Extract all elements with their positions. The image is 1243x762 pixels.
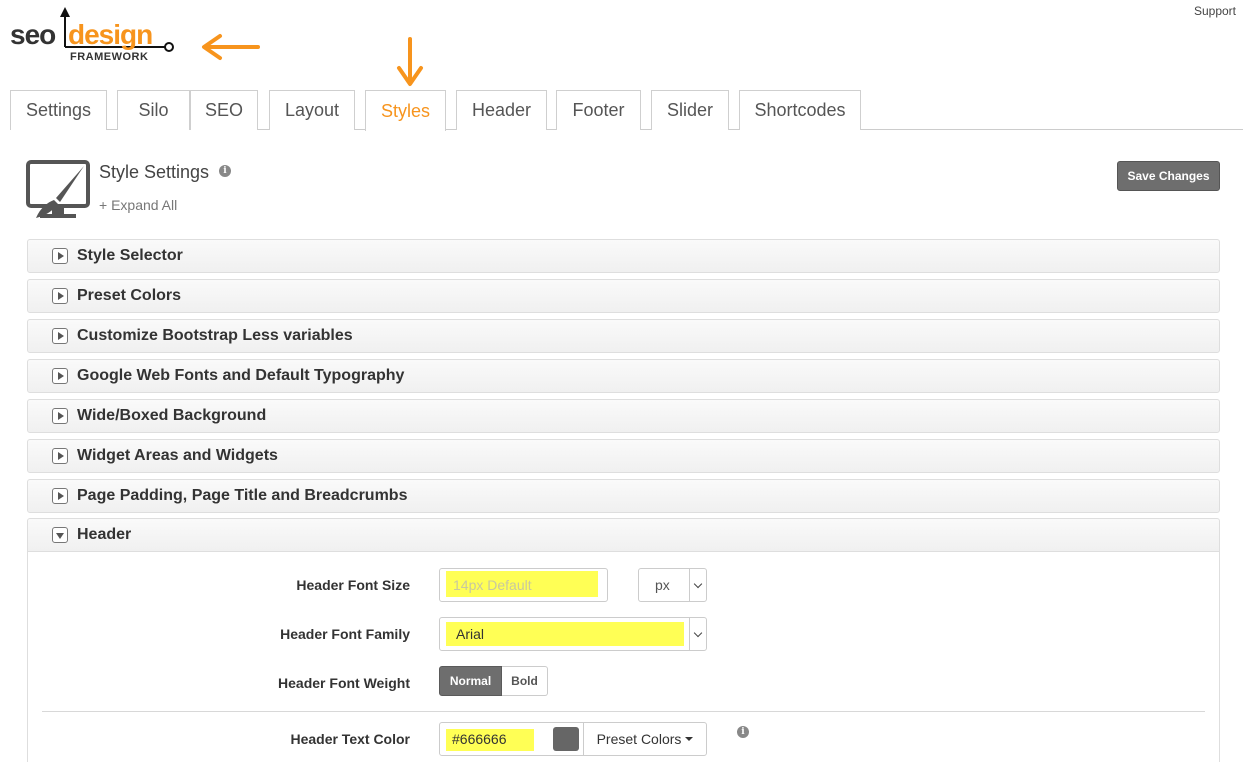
color-swatch[interactable] xyxy=(553,727,579,751)
chevron-down-icon xyxy=(689,618,706,650)
section-preset-colors[interactable]: Preset Colors xyxy=(27,279,1220,313)
expand-all-link[interactable]: + Expand All xyxy=(99,197,177,213)
section-bootstrap-less[interactable]: Customize Bootstrap Less variables xyxy=(27,319,1220,353)
logo-design-text: design xyxy=(68,19,153,50)
section-label: Header xyxy=(77,526,132,543)
tab-label: Styles xyxy=(380,100,431,121)
tab-shortcodes[interactable]: Shortcodes xyxy=(739,90,861,130)
expand-toggle-icon[interactable] xyxy=(52,408,68,424)
tab-silo[interactable]: Silo xyxy=(117,90,190,130)
tab-label: Shortcodes xyxy=(754,100,846,120)
annotation-arrow-left xyxy=(202,34,260,60)
tab-label: Silo xyxy=(138,100,169,120)
expand-toggle-icon[interactable] xyxy=(52,368,68,384)
monitor-brush-icon xyxy=(26,160,90,218)
tab-label: Layout xyxy=(284,100,340,120)
expand-toggle-icon[interactable] xyxy=(52,328,68,344)
preset-colors-label: Preset Colors xyxy=(596,731,682,747)
seo-design-framework-logo: seo design FRAMEWORK xyxy=(10,5,180,67)
section-label: Page Padding, Page Title and Breadcrumbs xyxy=(77,487,408,504)
section-label: Style Selector xyxy=(77,247,183,264)
info-icon[interactable]: i xyxy=(219,165,231,177)
text-color-value: #666666 xyxy=(452,731,507,747)
weight-bold-button[interactable]: Bold xyxy=(502,666,548,696)
annotation-arrow-down xyxy=(397,37,423,86)
tab-label: Settings xyxy=(25,100,92,120)
section-label: Wide/Boxed Background xyxy=(77,407,267,424)
header-font-family-select[interactable]: Arial xyxy=(439,617,707,651)
expand-toggle-icon[interactable] xyxy=(52,448,68,464)
tab-header[interactable]: Header xyxy=(456,90,547,130)
tab-settings[interactable]: Settings xyxy=(10,90,107,130)
section-wide-boxed-background[interactable]: Wide/Boxed Background xyxy=(27,399,1220,433)
tab-footer[interactable]: Footer xyxy=(556,90,641,130)
logo-framework-text: FRAMEWORK xyxy=(70,51,149,63)
save-changes-button[interactable]: Save Changes xyxy=(1117,161,1220,191)
header-text-color-label: Header Text Color xyxy=(290,731,410,747)
chevron-down-icon xyxy=(689,569,706,601)
section-label: Google Web Fonts and Default Typography xyxy=(77,367,405,384)
preset-colors-dropdown[interactable]: Preset Colors xyxy=(583,722,707,756)
tab-label: SEO xyxy=(204,100,243,120)
caret-down-icon xyxy=(685,737,694,741)
logo-seo-text: seo xyxy=(10,19,56,50)
header-font-family-label: Header Font Family xyxy=(280,626,410,642)
section-label: Preset Colors xyxy=(77,287,182,304)
tab-seo[interactable]: SEO xyxy=(190,90,258,130)
font-size-placeholder: 14px Default xyxy=(453,577,532,593)
collapse-toggle-icon[interactable] xyxy=(52,527,68,543)
divider xyxy=(42,711,1205,712)
tab-label: Slider xyxy=(666,100,714,120)
section-style-selector[interactable]: Style Selector xyxy=(27,239,1220,273)
support-link[interactable]: Support xyxy=(1194,4,1236,18)
tab-styles[interactable]: Styles xyxy=(365,90,446,131)
header-text-color-input[interactable]: #666666 xyxy=(439,722,584,756)
section-label: Customize Bootstrap Less variables xyxy=(77,327,353,344)
font-weight-toggle: Normal Bold xyxy=(439,666,548,696)
section-google-web-fonts[interactable]: Google Web Fonts and Default Typography xyxy=(27,359,1220,393)
tab-layout[interactable]: Layout xyxy=(269,90,355,130)
font-size-unit-select[interactable]: px xyxy=(638,568,707,602)
section-header[interactable]: Header xyxy=(27,518,1220,552)
expand-toggle-icon[interactable] xyxy=(52,248,68,264)
page-title: Style Settings xyxy=(99,162,210,182)
section-page-padding[interactable]: Page Padding, Page Title and Breadcrumbs xyxy=(27,479,1220,513)
expand-toggle-icon[interactable] xyxy=(52,288,68,304)
header-font-size-label: Header Font Size xyxy=(296,577,410,593)
tab-label: Header xyxy=(471,100,532,120)
tab-slider[interactable]: Slider xyxy=(651,90,729,130)
header-font-weight-label: Header Font Weight xyxy=(278,675,410,691)
weight-normal-button[interactable]: Normal xyxy=(439,666,502,696)
section-widget-areas[interactable]: Widget Areas and Widgets xyxy=(27,439,1220,473)
font-family-value: Arial xyxy=(456,626,485,642)
header-font-size-input[interactable]: 14px Default xyxy=(439,568,608,602)
expand-toggle-icon[interactable] xyxy=(52,488,68,504)
unit-value: px xyxy=(655,577,670,593)
section-label: Widget Areas and Widgets xyxy=(77,447,278,464)
tab-label: Footer xyxy=(572,100,625,120)
info-icon[interactable]: i xyxy=(737,726,749,738)
main-tabs: Settings Silo SEO Layout Styles Header F… xyxy=(10,90,1243,131)
